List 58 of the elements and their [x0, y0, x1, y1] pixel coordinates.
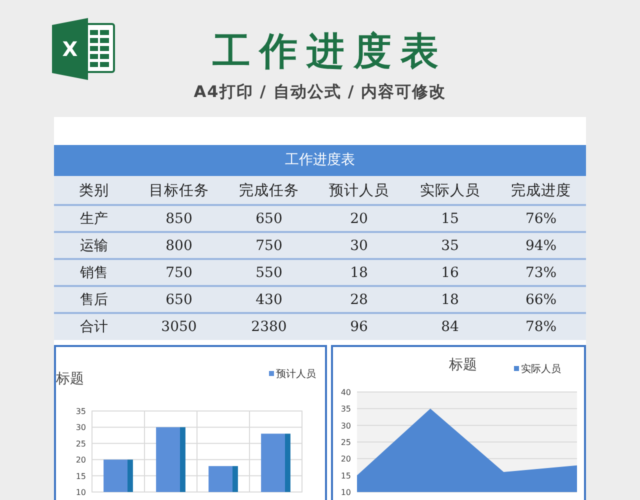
- axis-tick-label: 15: [76, 472, 86, 481]
- table-cell-text: 94%: [524, 238, 558, 254]
- table-cell-text: 35: [440, 238, 460, 254]
- table-cell-text: 18: [349, 264, 369, 280]
- table-cell-text: 20: [349, 210, 369, 226]
- axis-tick-label: 10: [76, 488, 86, 497]
- column-header: 预计人员: [328, 182, 390, 200]
- chart-legend: 预计人员: [269, 369, 316, 380]
- axis-tick-label: 30: [340, 421, 351, 430]
- axis-tick-label: 25: [76, 439, 86, 448]
- table-cell-text: 78%: [524, 319, 558, 335]
- table-cell-text: 96: [349, 319, 369, 335]
- chart-title: 标题: [449, 357, 477, 373]
- table-cell-text: 76%: [524, 210, 558, 226]
- table-cell-text: 16: [440, 264, 460, 280]
- axis-tick-label: 30: [76, 423, 86, 432]
- table-cell-text: 66%: [524, 292, 558, 308]
- page-title: 工作进度表: [212, 28, 448, 74]
- axis-tick-label: 40: [340, 388, 351, 397]
- table-cell-text: 生产: [79, 210, 109, 228]
- table-cell-text: 3050: [160, 319, 198, 335]
- column-header: 完成任务: [238, 182, 300, 200]
- legend-label: 实际人员: [521, 363, 561, 375]
- table-cell-text: 650: [164, 292, 194, 308]
- table-title: 工作进度表: [54, 145, 586, 176]
- table-cell-text: 800: [164, 238, 194, 254]
- table-cell-text: 750: [254, 238, 284, 254]
- table-cell-text: 850: [164, 210, 194, 226]
- column-header: 类别: [78, 182, 110, 200]
- column-header: 实际人员: [419, 182, 481, 200]
- axis-tick-label: 10: [340, 488, 351, 497]
- table-cell-text: 650: [254, 210, 284, 226]
- table-cell-text: 合计: [79, 318, 109, 336]
- page-subtitle: A4打印 / 自动公式 / 内容可修改: [194, 82, 446, 101]
- axis-tick-label: 20: [76, 456, 86, 465]
- table-cell-text: 84: [440, 319, 460, 335]
- table-cell-text: 550: [254, 264, 284, 280]
- table-cell-text: 售后: [79, 290, 109, 308]
- table-cell-text: 750: [164, 264, 194, 280]
- axis-tick-label: 15: [340, 471, 351, 480]
- table-cell-text: 18: [440, 292, 460, 308]
- table-cell-text: 430: [254, 292, 284, 308]
- table-cell-text: 73%: [524, 264, 558, 280]
- table-cell-text: 15: [440, 210, 460, 226]
- table-cell-text: 30: [349, 238, 369, 254]
- axis-tick-label: 20: [340, 454, 351, 464]
- axis-tick-label: 35: [340, 404, 351, 414]
- table-cell-text: 销售: [79, 264, 109, 282]
- table-cell-text: 运输: [79, 236, 109, 254]
- column-header: 目标任务: [148, 182, 210, 200]
- table-cell-text: 28: [349, 292, 369, 308]
- column-header: 完成进度: [510, 182, 572, 200]
- legend-label: 预计人员: [276, 368, 316, 380]
- table-cell-text: 2380: [250, 319, 288, 335]
- axis-tick-label: 35: [76, 407, 86, 416]
- chart-legend: 实际人员: [514, 364, 561, 375]
- chart-title: 标题: [56, 371, 84, 387]
- axis-tick-label: 25: [340, 438, 351, 447]
